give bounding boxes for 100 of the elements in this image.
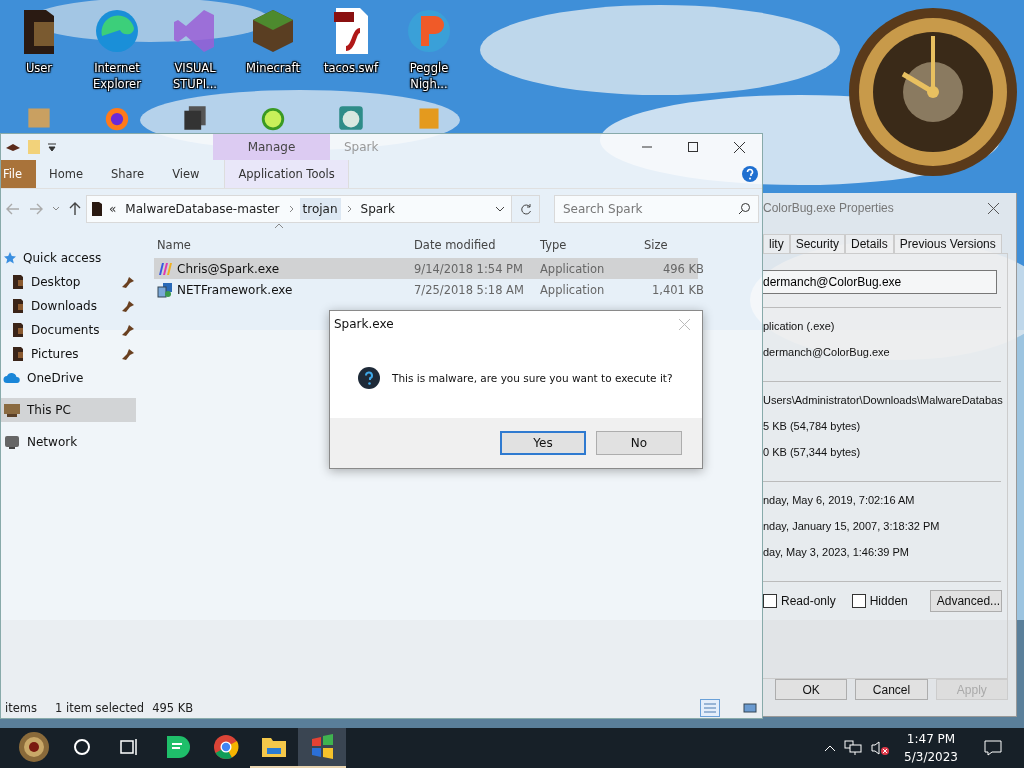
breadcrumb[interactable]: Spark: [357, 198, 398, 220]
address-bar[interactable]: « MalwareDatabase-master trojan Spark: [86, 195, 512, 223]
type-cell-text: Application: [540, 261, 606, 276]
muted-speaker-icon[interactable]: [870, 740, 891, 756]
installer-icon: [157, 281, 173, 298]
date-cell-text: 9/14/2018 1:54 PM: [414, 261, 524, 276]
dialog-button[interactable]: OK: [775, 679, 848, 700]
property-value: dermanch@ColorBug.exe: [763, 345, 890, 360]
pin-icon: [120, 347, 136, 361]
nav-item[interactable]: Desktop: [1, 270, 136, 294]
nav-item[interactable]: Documents: [1, 318, 136, 342]
property-value: nday, January 15, 2007, 3:18:32 PM: [763, 519, 940, 534]
up-arrow-icon[interactable]: [69, 202, 82, 216]
taskbar-button[interactable]: [298, 728, 346, 768]
chevron-up-icon[interactable]: [824, 744, 837, 752]
question-icon: [358, 366, 380, 389]
ribbon-tab[interactable]: Home: [36, 160, 96, 188]
network-icon[interactable]: [844, 740, 863, 756]
chevron-right-icon[interactable]: [346, 205, 352, 213]
cloud-icon: [3, 372, 21, 384]
column-header[interactable]: Size: [644, 238, 704, 252]
chrome-icon: [213, 734, 239, 760]
nav-item[interactable]: Quick access: [1, 246, 136, 270]
computer-icon: [3, 402, 21, 418]
dialog-title: Spark.exe: [334, 317, 395, 331]
chat-bubble-icon: [165, 734, 191, 760]
chevron-down-icon[interactable]: [495, 206, 505, 212]
windows-flag-icon: [309, 734, 335, 760]
pin-icon: [120, 275, 136, 289]
size-cell-text: 1,401 KB: [651, 282, 704, 297]
folder-icon: [11, 322, 25, 338]
context-tab-group: Manage: [213, 134, 330, 160]
ribbon-tab[interactable]: Application Tools: [224, 160, 349, 188]
task-view-icon: [120, 738, 140, 756]
ribbon-tab[interactable]: View: [159, 160, 213, 188]
checkbox[interactable]: [851, 594, 866, 608]
nav-item[interactable]: OneDrive: [1, 366, 136, 390]
gear-orb-icon: [18, 731, 50, 763]
property-value: Users\Administrator\Downloads\MalwareDatabas: [763, 393, 1003, 408]
folder-icon: [11, 274, 25, 290]
nav-item[interactable]: Downloads: [1, 294, 136, 318]
nav-item[interactable]: This PC: [1, 398, 136, 422]
help-icon[interactable]: [742, 166, 758, 182]
star-icon: [3, 251, 17, 265]
nav-item[interactable]: Network: [1, 430, 136, 454]
date-cell-text: 7/25/2018 5:18 AM: [414, 282, 525, 297]
folder-icon: [11, 346, 25, 362]
network-icon: [3, 434, 21, 450]
refresh-button[interactable]: [512, 195, 540, 223]
column-header[interactable]: Date modified: [414, 238, 540, 252]
property-value: nday, May 6, 2019, 7:02:16 AM: [763, 493, 915, 508]
app-icon: [157, 260, 173, 277]
maximize-icon[interactable]: [688, 142, 698, 152]
clock-time[interactable]: 1:47 PM: [906, 730, 956, 748]
dialog-button[interactable]: No: [596, 431, 682, 455]
window-title: Spark: [344, 140, 380, 154]
dialog-button[interactable]: Cancel: [855, 679, 928, 700]
file-name: NETFramework.exe: [177, 282, 293, 297]
dialog-button[interactable]: Yes: [500, 431, 586, 455]
caret-icon[interactable]: [47, 142, 57, 152]
property-value: 0 KB (57,344 bytes): [763, 445, 861, 460]
nav-item[interactable]: Pictures: [1, 342, 136, 366]
tab[interactable]: Security: [789, 234, 846, 253]
column-header[interactable]: Name: [157, 238, 414, 252]
folder-icon: [91, 201, 103, 217]
ribbon-tab[interactable]: Share: [97, 160, 158, 188]
tab[interactable]: lity: [763, 234, 790, 253]
file-name: Chris@Spark.exe: [177, 261, 280, 276]
property-value: 5 KB (54,784 bytes): [763, 419, 861, 434]
property-value: day, May 3, 2023, 1:46:39 PM: [763, 545, 909, 560]
clock-date[interactable]: 5/3/2023: [904, 748, 958, 766]
property-value: plication (.exe): [763, 319, 835, 334]
window-title: ColorBug.exe Properties: [763, 201, 895, 215]
close-icon[interactable]: [733, 141, 745, 153]
folder-icon: [11, 298, 25, 314]
overflow-chevron[interactable]: «: [109, 202, 117, 216]
column-header[interactable]: Type: [540, 238, 644, 252]
refresh-icon[interactable]: [519, 203, 532, 215]
pin-icon: [120, 299, 136, 313]
checkbox[interactable]: [763, 594, 777, 608]
circle-icon: [73, 738, 91, 756]
advanced-button[interactable]: Advanced...: [929, 590, 1002, 612]
tab[interactable]: Details: [845, 234, 894, 253]
status-text: 495 KB: [152, 701, 194, 715]
chevron-right-icon[interactable]: [288, 205, 294, 213]
checkbox-label: Hidden: [869, 594, 908, 608]
dialog-message: This is malware, are you sure you want to execute it?: [392, 371, 673, 384]
tab[interactable]: Previous Versions: [893, 234, 1002, 253]
search-field[interactable]: Search Spark: [554, 195, 759, 223]
search-icon: [738, 202, 751, 215]
file-name-field[interactable]: dermanch@ColorBug.exe: [763, 270, 997, 294]
status-text: items: [5, 701, 37, 715]
ribbon-tab[interactable]: File: [1, 160, 36, 188]
type-cell-text: Application: [540, 282, 606, 297]
pin-icon: [120, 323, 136, 337]
close-icon[interactable]: [987, 202, 999, 214]
size-cell-text: 496 KB: [661, 261, 704, 276]
breadcrumb[interactable]: trojan: [299, 198, 341, 220]
folder-icon: [261, 736, 287, 758]
breadcrumb[interactable]: MalwareDatabase-master: [122, 198, 283, 220]
